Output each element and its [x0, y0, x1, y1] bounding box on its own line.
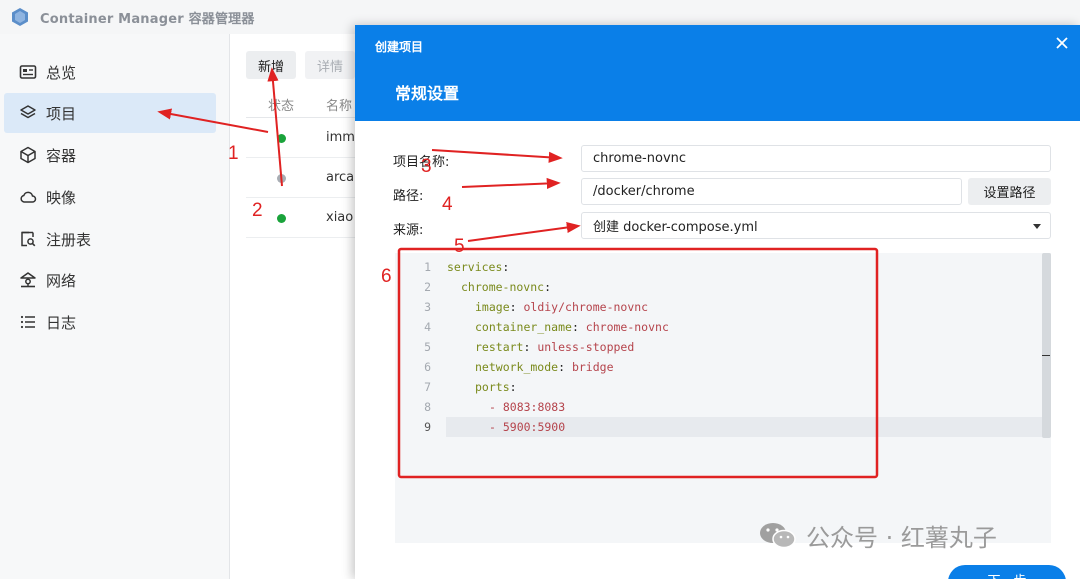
- wechat-icon: [760, 522, 796, 548]
- project-name: arca: [326, 170, 355, 185]
- sidebar-item-label: 日志: [46, 313, 77, 332]
- sidebar-item-image[interactable]: 映像: [4, 177, 216, 217]
- sidebar-item-project[interactable]: 项目: [4, 93, 216, 133]
- annotation-number: 4: [442, 194, 453, 215]
- sidebar-item-registry[interactable]: 注册表: [4, 219, 216, 259]
- sidebar-item-label: 容器: [46, 146, 77, 165]
- close-icon[interactable]: [1054, 35, 1070, 51]
- editor-scrollbar[interactable]: [1042, 253, 1051, 438]
- project-name-input[interactable]: chrome-novnc: [581, 145, 1051, 172]
- status-dot: [277, 214, 286, 223]
- status-dot: [277, 174, 286, 183]
- annotation-number: 1: [228, 143, 239, 164]
- container-manager-logo-icon: [12, 8, 28, 26]
- dialog-heading: 常规设置: [395, 84, 460, 103]
- text-cursor: [1042, 355, 1050, 356]
- project-detail-button[interactable]: 详情: [305, 51, 356, 79]
- source-selected-value: 创建 docker-compose.yml: [593, 220, 758, 235]
- app-title: Container Manager 容器管理器: [40, 11, 255, 27]
- code-line: 2 chrome-novnc:: [424, 280, 552, 294]
- sidebar-item-label: 总览: [46, 63, 77, 82]
- set-path-button[interactable]: 设置路径: [968, 178, 1051, 205]
- watermark-text: 公众号 · 红薯丸子: [806, 524, 997, 552]
- log-list-icon: [18, 312, 38, 332]
- sidebar-item-label: 映像: [46, 188, 77, 207]
- project-list-header: 状态 名称: [246, 88, 356, 118]
- code-line: 3 image: oldiy/chrome-novnc: [424, 300, 649, 314]
- code-line: 7 ports:: [424, 380, 517, 394]
- registry-icon: [18, 229, 38, 249]
- overview-icon: [18, 62, 38, 82]
- project-row[interactable]: arca: [246, 158, 356, 198]
- code-line: 5 restart: unless-stopped: [424, 340, 635, 354]
- status-column-header: 状态: [268, 99, 295, 114]
- code-line: 1 services:: [424, 260, 510, 274]
- sidebar-item-overview[interactable]: 总览: [4, 52, 216, 92]
- project-name: imm: [326, 130, 355, 145]
- source-label: 来源:: [393, 223, 424, 238]
- sidebar-item-label: 注册表: [46, 230, 92, 249]
- path-input[interactable]: /docker/chrome: [581, 178, 962, 205]
- add-project-button[interactable]: 新增: [246, 51, 297, 79]
- sidebar-item-log[interactable]: 日志: [4, 302, 216, 342]
- annotation-number: 3: [421, 156, 432, 177]
- sidebar-item-container[interactable]: 容器: [4, 135, 216, 175]
- code-line: 6 network_mode: bridge: [424, 360, 614, 374]
- source-select[interactable]: 创建 docker-compose.yml: [581, 212, 1051, 239]
- code-line: 9 - 5900:5900: [424, 420, 566, 434]
- watermark: 公众号 · 红薯丸子: [758, 518, 997, 553]
- annotation-number: 2: [252, 200, 263, 221]
- sidebar-item-network[interactable]: 网络: [4, 260, 216, 300]
- sidebar-item-label: 网络: [46, 271, 77, 290]
- sidebar-item-label: 项目: [46, 104, 77, 123]
- name-column-header: 名称: [326, 99, 353, 114]
- dialog-caption: 创建项目: [375, 40, 424, 54]
- annotation-number: 5: [454, 236, 465, 257]
- cube-icon: [18, 145, 38, 165]
- annotation-number: 6: [381, 266, 392, 287]
- project-row[interactable]: imm: [246, 118, 356, 158]
- code-line: 8 - 8083:8083: [424, 400, 566, 414]
- project-name: xiao: [326, 210, 354, 225]
- create-project-dialog: 创建项目 常规设置 项目名称: chrome-novnc 路径: /docker…: [355, 25, 1080, 579]
- cloud-icon: [18, 187, 38, 207]
- path-label: 路径:: [393, 189, 424, 204]
- chevron-down-icon: [1033, 224, 1041, 229]
- network-icon: [18, 270, 38, 290]
- status-dot: [277, 134, 286, 143]
- dialog-header: 创建项目 常规设置: [355, 25, 1080, 121]
- code-line: 4 container_name: chrome-novnc: [424, 320, 669, 334]
- sidebar: 总览 项目 容器 映像 注册表 网络 日志: [0, 34, 230, 579]
- compose-editor[interactable]: 1 services: 2 chrome-novnc: 3 image: old…: [395, 253, 1051, 543]
- next-step-button[interactable]: 下一步: [948, 565, 1066, 579]
- layers-icon: [18, 103, 38, 123]
